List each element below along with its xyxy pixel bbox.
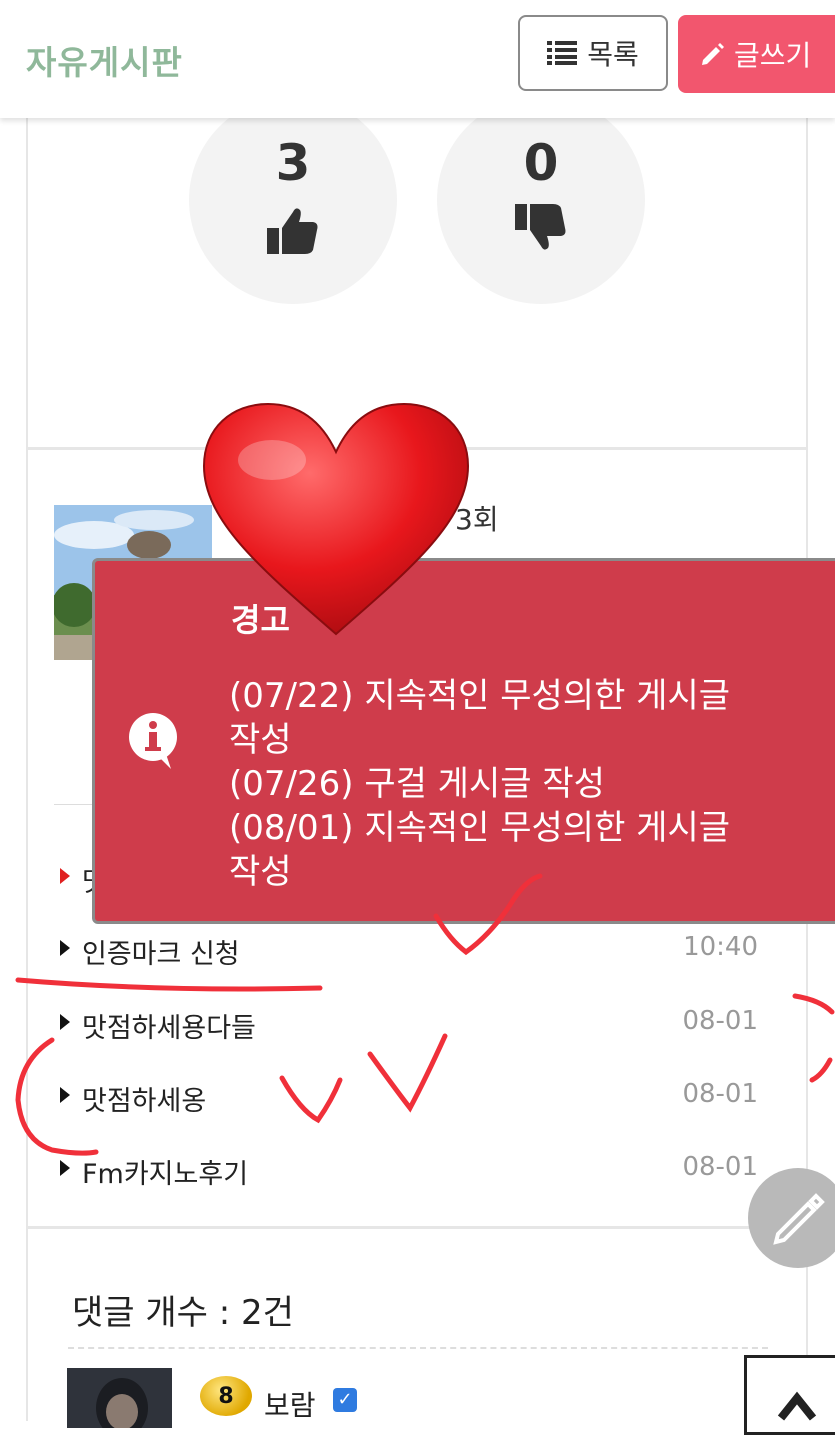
thumbs-up-icon xyxy=(267,208,318,254)
level-badge: 8 xyxy=(200,1376,252,1416)
dislike-count: 0 xyxy=(523,134,559,192)
list-button[interactable]: 목록 xyxy=(518,15,668,91)
dislike-button[interactable]: 0 xyxy=(437,96,645,304)
floating-write-button[interactable] xyxy=(748,1168,835,1268)
list-item[interactable]: Fm카지노후기 08-01 xyxy=(60,1150,760,1190)
write-button[interactable]: 글쓰기 xyxy=(678,15,835,93)
list-item-date: 08-01 xyxy=(682,1006,758,1036)
list-item[interactable]: 맛점하세옹 08-01 xyxy=(60,1077,760,1117)
section-divider xyxy=(26,1226,808,1229)
caret-right-icon xyxy=(60,1087,70,1103)
pencil-icon xyxy=(702,43,724,65)
comment-count-title: 댓글 개수 : 2건 xyxy=(72,1293,294,1333)
verified-check-icon: ✓ xyxy=(333,1388,357,1412)
top-header: 자유게시판 목록 글쓰기 xyxy=(0,0,835,118)
warning-line: (07/26) 구걸 게시글 작성 xyxy=(229,764,605,804)
like-button[interactable]: 3 xyxy=(189,96,397,304)
list-item-title: Fm카지노후기 xyxy=(82,1159,249,1190)
list-item[interactable]: 맛점하세용다들 08-01 xyxy=(60,1004,760,1044)
caret-right-icon xyxy=(60,868,70,884)
caret-right-icon xyxy=(60,940,70,956)
commenter-avatar xyxy=(67,1368,172,1428)
list-item-date: 08-01 xyxy=(682,1079,758,1109)
commenter-name[interactable]: 보람 xyxy=(264,1384,316,1424)
like-count: 3 xyxy=(275,134,311,192)
write-button-label: 글쓰기 xyxy=(734,39,812,72)
list-item-title: 맛점하세용다들 xyxy=(82,1013,256,1044)
list-item[interactable]: 인증마크 신청 10:40 xyxy=(60,930,760,970)
list-icon xyxy=(547,41,578,65)
caret-right-icon xyxy=(60,1160,70,1176)
list-item-date: 08-01 xyxy=(682,1152,758,1182)
warning-line: (07/22) 지속적인 무성의한 게시글 xyxy=(229,676,731,716)
scroll-top-button[interactable] xyxy=(744,1355,835,1435)
warning-line: (08/01) 지속적인 무성의한 게시글 xyxy=(229,808,731,848)
warning-line: 작성 xyxy=(229,852,292,892)
list-button-label: 목록 xyxy=(587,38,639,71)
thumbs-down-icon xyxy=(515,204,566,250)
list-item-date: 10:40 xyxy=(683,932,758,962)
caret-right-icon xyxy=(60,1014,70,1030)
list-item-title: 인증마크 신청 xyxy=(82,939,240,970)
pencil-icon xyxy=(773,1193,825,1245)
info-icon xyxy=(129,713,177,769)
list-item-title: 맛점하세옹 xyxy=(82,1086,207,1117)
heart-sticker-icon xyxy=(202,402,470,636)
warning-line: 작성 xyxy=(229,720,292,760)
board-title[interactable]: 자유게시판 xyxy=(26,36,183,84)
comment-divider xyxy=(68,1347,768,1349)
